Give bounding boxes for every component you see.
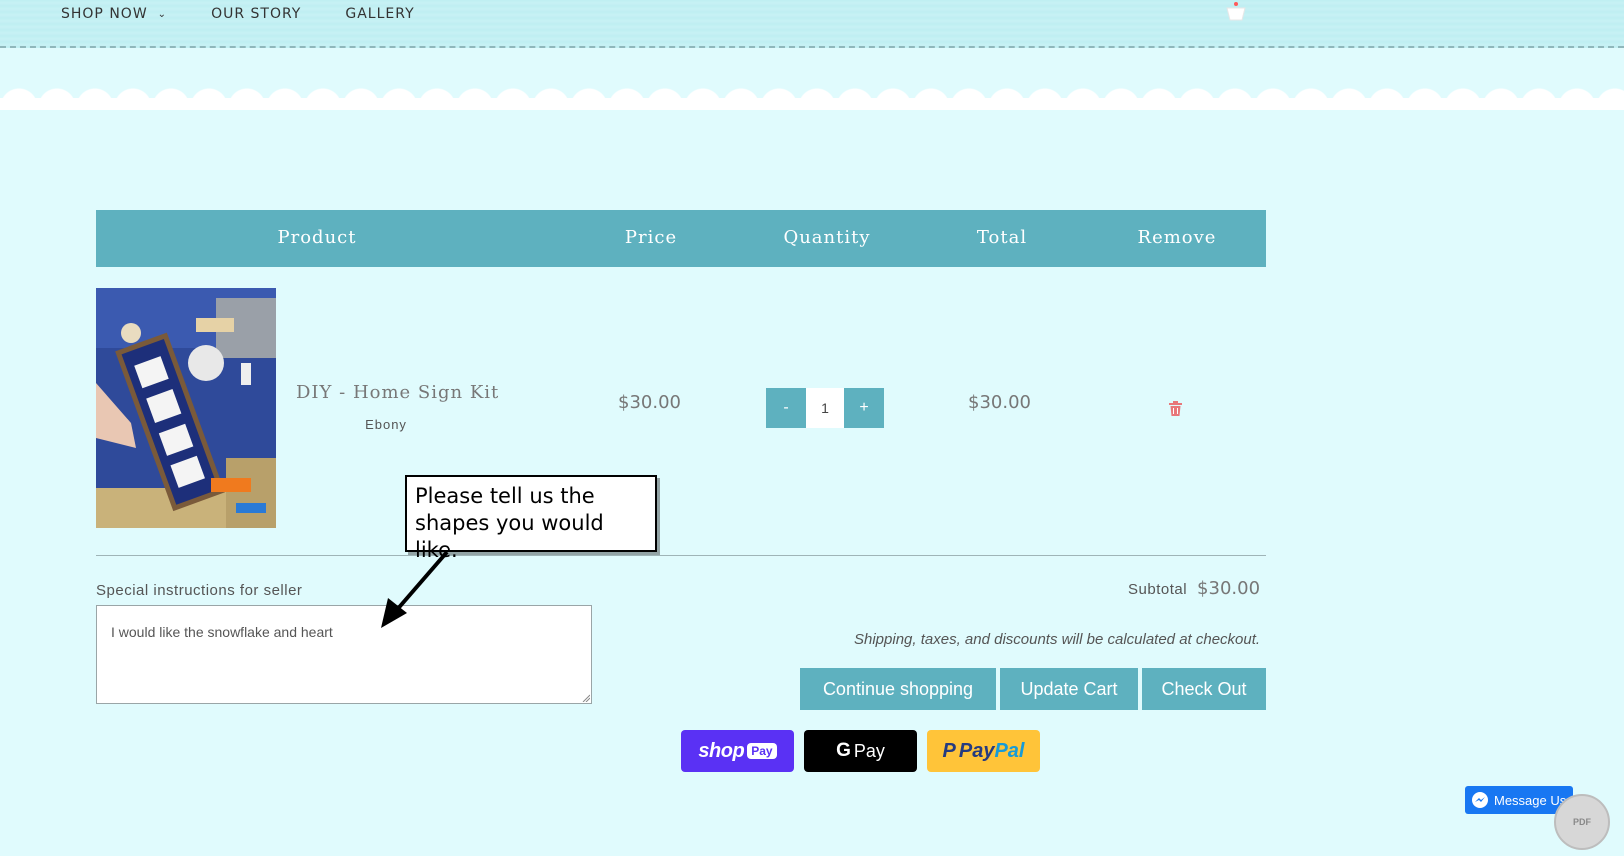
subtotal-label: Subtotal <box>1128 581 1188 598</box>
pdf-badge[interactable]: PDF <box>1554 794 1610 850</box>
shop-pay-badge: Pay <box>747 743 777 759</box>
paypal-p-icon: P <box>942 739 956 762</box>
cart-table-header: Product Price Quantity Total Remove <box>96 210 1266 267</box>
main-nav: SHOP NOW ⌄ OUR STORY GALLERY <box>61 6 459 22</box>
nav-shop-now-label: SHOP NOW <box>61 6 148 22</box>
cart-divider <box>96 555 1266 556</box>
shipping-note: Shipping, taxes, and discounts will be c… <box>854 631 1261 648</box>
product-variant: Ebony <box>365 417 407 432</box>
special-instructions-label: Special instructions for seller <box>96 582 303 599</box>
header-remove: Remove <box>1137 227 1217 248</box>
continue-shopping-button[interactable]: Continue shopping <box>800 668 996 710</box>
resize-grip-icon[interactable] <box>582 694 590 702</box>
shop-pay-button[interactable]: shop Pay <box>681 730 794 772</box>
shop-pay-wordmark: shop <box>698 739 745 762</box>
item-line-total: $30.00 <box>968 392 1031 413</box>
nav-gallery-label: GALLERY <box>345 6 415 22</box>
nav-our-story-label: OUR STORY <box>211 6 302 22</box>
subtotal: Subtotal $30.00 <box>1128 578 1260 599</box>
messenger-label: Message Us <box>1494 792 1567 808</box>
nav-our-story[interactable]: OUR STORY <box>211 6 301 22</box>
header-total: Total <box>976 227 1028 248</box>
paypal-pal-label: Pal <box>994 739 1025 762</box>
product-image[interactable] <box>96 288 276 528</box>
messenger-icon <box>1472 792 1488 808</box>
paypal-button[interactable]: P Pay Pal <box>927 730 1040 772</box>
trash-icon[interactable] <box>1169 401 1182 416</box>
update-cart-button[interactable]: Update Cart <box>1000 668 1138 710</box>
google-pay-button[interactable]: G Pay <box>804 730 917 772</box>
header-price: Price <box>624 227 678 248</box>
chevron-down-icon: ⌄ <box>157 8 168 20</box>
nav-gallery[interactable]: GALLERY <box>345 6 414 22</box>
special-instructions-textarea[interactable]: I would like the snowflake and heart <box>96 605 592 704</box>
google-pay-label: Pay <box>853 740 885 761</box>
top-navigation-bar: SHOP NOW ⌄ OUR STORY GALLERY <box>0 0 1624 48</box>
quantity-increment-button[interactable]: + <box>844 388 884 428</box>
item-price: $30.00 <box>618 392 681 413</box>
pdf-badge-label: PDF <box>1573 817 1591 827</box>
callout-line-1: Please tell us the <box>415 484 595 508</box>
check-out-button[interactable]: Check Out <box>1142 668 1266 710</box>
quantity-input[interactable] <box>806 388 844 428</box>
subtotal-value: $30.00 <box>1197 578 1261 599</box>
cart-icon[interactable] <box>1225 2 1247 22</box>
quantity-decrement-button[interactable]: - <box>766 388 806 428</box>
quantity-stepper: - + <box>766 388 884 428</box>
callout-line-2: shapes you would like. <box>415 511 604 562</box>
google-g-icon: G <box>836 740 851 761</box>
nav-shop-now[interactable]: SHOP NOW ⌄ <box>61 6 167 22</box>
header-product: Product <box>277 227 357 248</box>
product-name-link[interactable]: DIY - Home Sign Kit <box>296 382 499 403</box>
header-quantity: Quantity <box>783 227 871 248</box>
scallop-base <box>0 98 1624 110</box>
annotation-callout: Please tell us the shapes you would like… <box>405 475 657 562</box>
paypal-pay-label: Pay <box>958 739 995 762</box>
